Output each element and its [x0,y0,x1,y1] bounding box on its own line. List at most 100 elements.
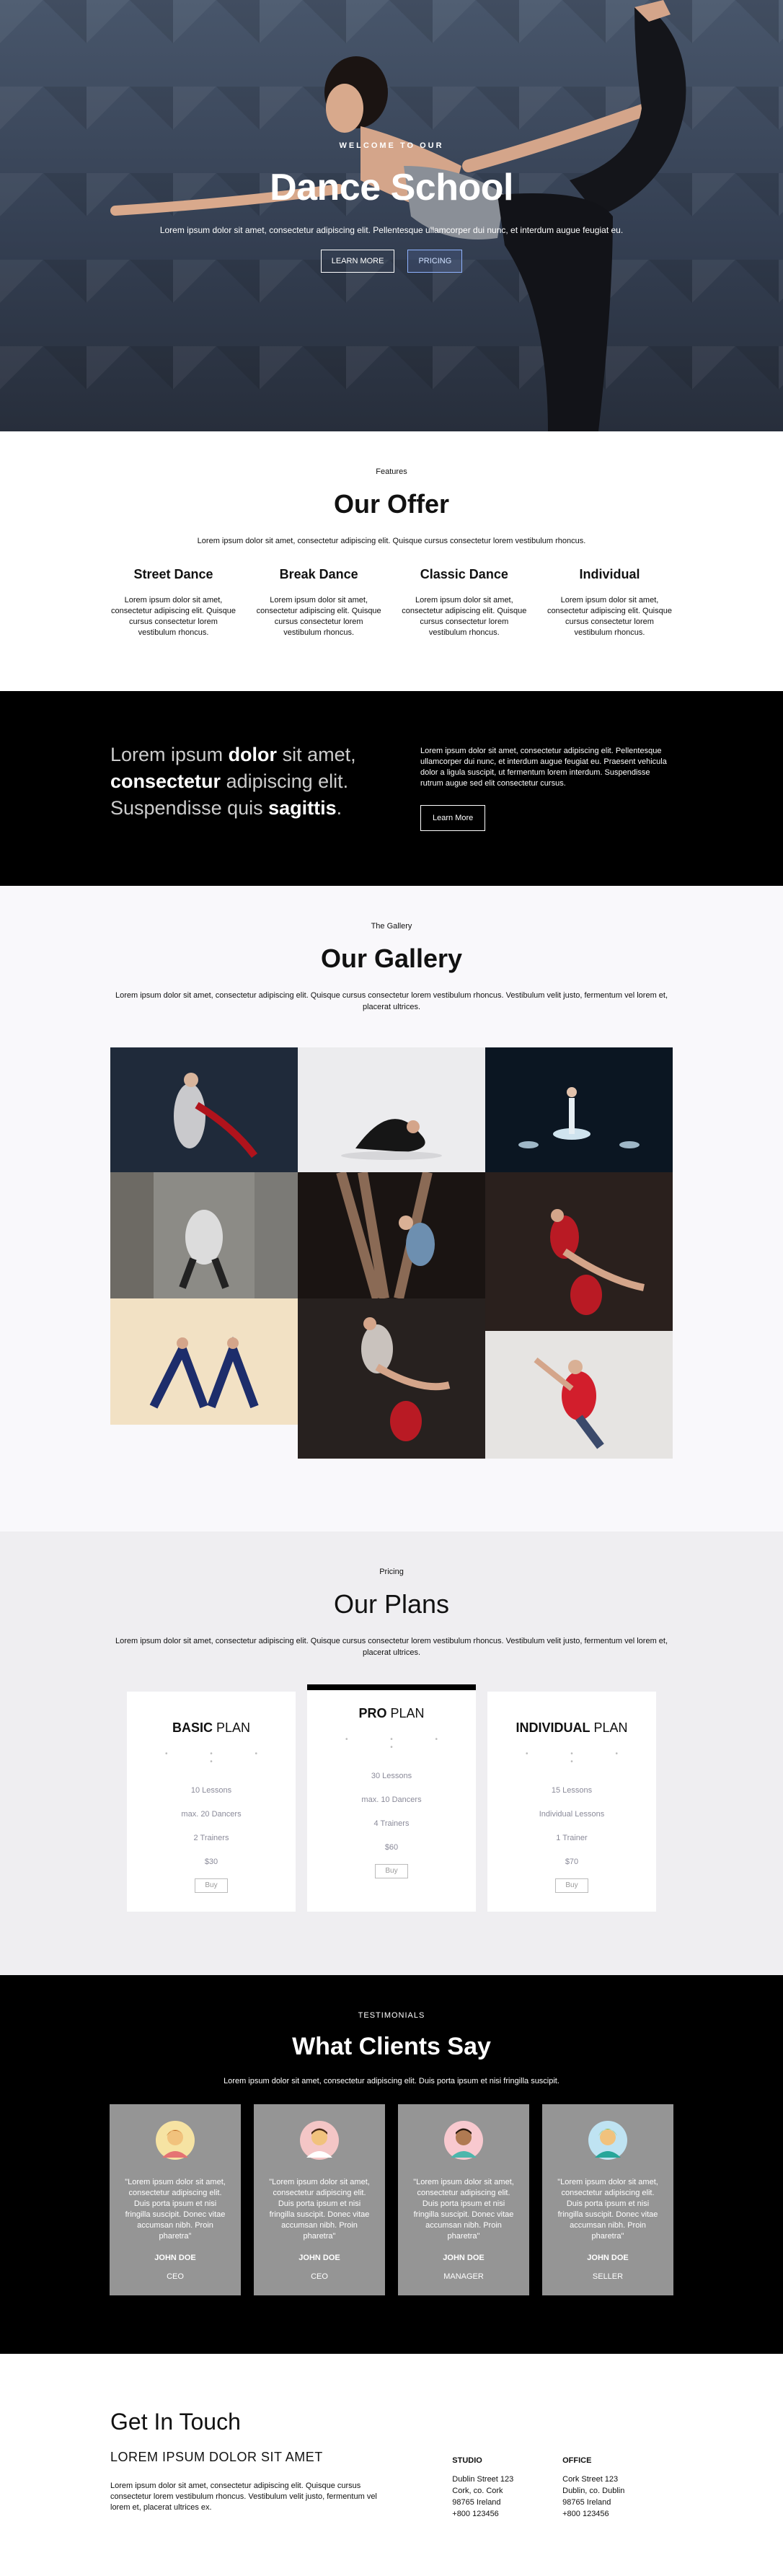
hero-lead: Lorem ipsum dolor sit amet, consectetur … [159,225,624,235]
gallery-photo[interactable] [485,1047,673,1172]
hero-kicker: WELCOME TO OUR [339,141,444,150]
banner-right: Lorem ipsum dolor sit amet, consectetur … [420,742,673,831]
testimonial-quote: "Lorem ipsum dolor sit amet, consectetur… [125,2178,226,2241]
gallery-lead: Lorem ipsum dolor sit amet, consectetur … [115,991,668,1011]
plan-feature: 10 Lessons [190,1786,232,1795]
contact-left: Get In Touch LOREM IPSUM DOLOR SIT AMET … [110,2409,452,2520]
testimonials-title: What Clients Say [292,2033,491,2060]
plan-features: 15 Lessons Individual Lessons 1 Trainer … [487,1779,656,1874]
testimonial-role: CEO [311,2272,328,2281]
contact-subtitle: LOREM IPSUM DOLOR SIT AMET [110,2450,323,2464]
plans-section: Pricing Our Plans Lorem ipsum dolor sit … [0,1531,783,1975]
offer-section: Features Our Offer Lorem ipsum dolor sit… [0,431,783,691]
testimonial-name: JOHN DOE [154,2254,196,2262]
hero-buttons: LEARN MORE PRICING [0,250,783,273]
hero-title: Dance School [270,167,513,208]
plan-feature: 30 Lessons [371,1772,412,1780]
testimonial-name: JOHN DOE [298,2254,340,2262]
testimonial-quote: "Lorem ipsum dolor sit amet, consectetur… [557,2178,658,2241]
gallery-title: Our Gallery [320,944,463,973]
avatar-icon [156,2121,195,2160]
plan-cards: BASIC PLAN • • • • 10 Lessons max. 20 Da… [0,1684,783,1912]
hero-section: WELCOME TO OUR Dance School Lorem ipsum … [0,0,783,431]
plan-title: PRO PLAN [358,1706,425,1720]
studio-label: STUDIO [452,2456,482,2465]
gallery-photo[interactable] [298,1298,485,1459]
testimonial-role: MANAGER [443,2272,484,2281]
feature-title: Break Dance [279,567,358,581]
plan-feature: 1 Trainer [556,1834,588,1842]
testimonial-name: JOHN DOE [443,2254,485,2262]
buy-button[interactable]: Buy [195,1878,228,1893]
office-lines: Cork Street 123 Dublin, co. Dublin 98765 I… [562,2475,625,2518]
contact-section: Get In Touch LOREM IPSUM DOLOR SIT AMET … [0,2354,783,2533]
gallery-photo[interactable] [110,1172,298,1298]
learn-more-button[interactable]: LEARN MORE [320,250,395,273]
feature-title: Classic Dance [420,567,508,581]
plan-title: INDIVIDUAL PLAN [516,1720,628,1735]
testimonials-lead: Lorem ipsum dolor sit amet, consectetur … [224,2077,559,2085]
hero-content: WELCOME TO OUR Dance School Lorem ipsum … [0,141,783,273]
plan-card-individual: INDIVIDUAL PLAN • • • • 15 Lessons Indiv… [487,1692,656,1912]
testimonial-card: "Lorem ipsum dolor sit amet, consectetur… [110,2104,241,2295]
avatar-icon [444,2121,483,2160]
testimonial-card: "Lorem ipsum dolor sit amet, consectetur… [398,2104,529,2295]
gallery-photo[interactable] [298,1047,485,1172]
plan-price: $30 [204,1858,218,1866]
plan-feature: Individual Lessons [539,1810,605,1819]
plan-features: 10 Lessons max. 20 Dancers 2 Trainers $3… [127,1779,296,1874]
buy-button[interactable]: Buy [375,1864,408,1878]
gallery-photo[interactable] [110,1047,298,1172]
studio-address: STUDIO Dublin Street 123 Cork, co. Cork 98… [452,2409,562,2520]
plan-card-basic: BASIC PLAN • • • • 10 Lessons max. 20 Da… [127,1692,296,1912]
plan-price: $70 [565,1858,579,1866]
contact-text: Lorem ipsum dolor sit amet, consectetur … [110,2482,377,2512]
plans-lead: Lorem ipsum dolor sit amet, consectetur … [115,1637,668,1657]
offer-kicker: Features [376,467,407,476]
feature-item: Break Dance Lorem ipsum dolor sit amet, … [256,567,382,638]
plan-card-pro: PRO PLAN • • • • 30 Lessons max. 10 Danc… [307,1684,476,1912]
plan-feature: max. 20 Dancers [181,1810,242,1819]
feature-item: Individual Lorem ipsum dolor sit amet, c… [547,567,673,638]
testimonial-role: SELLER [592,2272,624,2281]
gallery-section: The Gallery Our Gallery Lorem ipsum dolo… [0,886,783,1531]
feature-item: Classic Dance Lorem ipsum dolor sit amet… [401,567,527,638]
testimonials-kicker: TESTIMONIALS [358,2011,425,2020]
feature-text: Lorem ipsum dolor sit amet, consectetur … [110,596,236,637]
plan-features: 30 Lessons max. 10 Dancers 4 Trainers $6… [307,1764,476,1860]
testimonial-role: CEO [167,2272,184,2281]
feature-text: Lorem ipsum dolor sit amet, consectetur … [256,596,381,637]
feature-title: Individual [579,567,640,581]
gallery-kicker: The Gallery [371,922,412,931]
banner-quote: Lorem ipsum dolor sit amet, consectetur … [110,744,356,819]
avatar-icon [588,2121,627,2160]
feature-text: Lorem ipsum dolor sit amet, consectetur … [547,596,672,637]
gallery-photo[interactable] [485,1331,673,1459]
buy-button[interactable]: Buy [555,1878,588,1893]
plan-dots: • • • • [345,1736,459,1751]
plans-kicker: Pricing [379,1568,404,1576]
plan-feature: 15 Lessons [551,1786,593,1795]
testimonial-card: "Lorem ipsum dolor sit amet, consectetur… [542,2104,673,2295]
plan-dots: • • • • [525,1750,639,1766]
testimonials-section: TESTIMONIALS What Clients Say Lorem ipsu… [0,1975,783,2354]
avatar-icon [300,2121,339,2160]
testimonial-card: "Lorem ipsum dolor sit amet, consectetur… [254,2104,385,2295]
gallery-photo[interactable] [110,1298,298,1425]
plan-feature: 4 Trainers [373,1819,410,1828]
banner-learn-more-button[interactable]: Learn More [420,805,486,831]
pricing-button[interactable]: PRICING [407,250,463,273]
gallery-photo[interactable] [298,1172,485,1298]
plans-title: Our Plans [333,1589,450,1619]
feature-item: Street Dance Lorem ipsum dolor sit amet,… [110,567,236,638]
gallery-grid [110,1047,673,1459]
studio-lines: Dublin Street 123 Cork, co. Cork 98765 Ire… [452,2475,514,2518]
features-list: Street Dance Lorem ipsum dolor sit amet,… [110,567,673,638]
offer-lead: Lorem ipsum dolor sit amet, consectetur … [197,537,586,545]
feature-title: Street Dance [133,567,213,581]
plan-feature: 2 Trainers [193,1834,229,1842]
office-address: OFFICE Cork Street 123 Dublin, co. Dublin… [562,2409,673,2520]
contact-title: Get In Touch [110,2409,241,2435]
gallery-photo[interactable] [485,1172,673,1331]
banner-text: Lorem ipsum dolor sit amet, consectetur … [420,747,667,788]
